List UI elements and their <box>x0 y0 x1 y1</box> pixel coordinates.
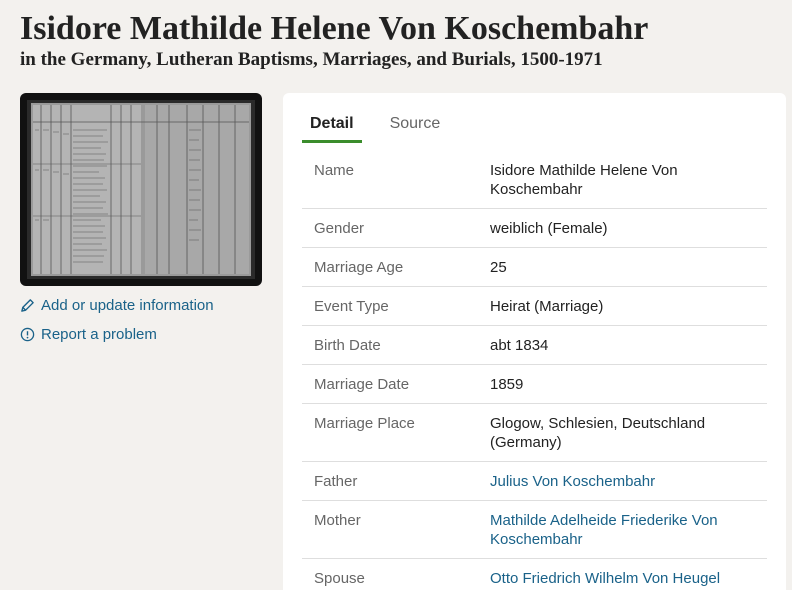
add-update-info-label: Add or update information <box>41 297 214 314</box>
spouse-link[interactable]: Otto Friedrich Wilhelm Von Heugel <box>490 569 755 588</box>
page-title: Isidore Mathilde Helene Von Koschembahr <box>20 10 649 47</box>
detail-label: Marriage Date <box>314 376 410 393</box>
record-image <box>27 100 255 279</box>
detail-label: Birth Date <box>314 337 381 354</box>
detail-row-marriage-place: Marriage Place Glogow, Schlesien, Deutsc… <box>302 404 767 462</box>
detail-label: Marriage Age <box>314 259 404 276</box>
tab-detail[interactable]: Detail <box>302 113 362 143</box>
father-link[interactable]: Julius Von Koschembahr <box>490 472 755 491</box>
detail-label: Spouse <box>314 570 365 587</box>
detail-label: Gender <box>314 220 365 237</box>
mother-link[interactable]: Mathilde Adelheide Friederike Von Kosche… <box>490 511 755 549</box>
detail-row-name: Name Isidore Mathilde Helene Von Koschem… <box>302 151 767 209</box>
detail-row-father: Father Julius Von Koschembahr <box>302 462 767 501</box>
detail-value: Heirat (Marriage) <box>490 298 604 315</box>
detail-label: Marriage Place <box>314 415 415 432</box>
detail-value: Isidore Mathilde Helene Von Koschembahr <box>490 162 678 198</box>
details-table: Name Isidore Mathilde Helene Von Koschem… <box>302 151 767 590</box>
page-subtitle: in the Germany, Lutheran Baptisms, Marri… <box>20 49 603 70</box>
detail-row-spouse: Spouse Otto Friedrich Wilhelm Von Heugel <box>302 559 767 590</box>
record-details-card: Detail Source Name Isidore Mathilde Hele… <box>283 93 786 590</box>
record-tabs: Detail Source <box>302 113 448 143</box>
detail-row-event-type: Event Type Heirat (Marriage) <box>302 287 767 326</box>
detail-value: 1859 <box>490 376 524 393</box>
tab-source[interactable]: Source <box>382 113 449 143</box>
detail-label: Mother <box>314 512 361 529</box>
record-image-thumbnail[interactable] <box>20 93 262 286</box>
detail-value: abt 1834 <box>490 337 549 354</box>
alert-circle-icon <box>20 327 35 342</box>
detail-value: weiblich (Female) <box>490 220 608 237</box>
detail-row-gender: Gender weiblich (Female) <box>302 209 767 248</box>
detail-label: Event Type <box>314 298 389 315</box>
detail-row-marriage-date: Marriage Date 1859 <box>302 365 767 404</box>
report-problem-label: Report a problem <box>41 326 157 343</box>
detail-label: Father <box>314 473 358 490</box>
add-update-info-link[interactable]: Add or update information <box>20 297 214 314</box>
detail-row-mother: Mother Mathilde Adelheide Friederike Von… <box>302 501 767 559</box>
detail-row-birth-date: Birth Date abt 1834 <box>302 326 767 365</box>
detail-row-marriage-age: Marriage Age 25 <box>302 248 767 287</box>
pencil-icon <box>21 299 34 312</box>
report-problem-link[interactable]: Report a problem <box>20 326 157 343</box>
detail-value: 25 <box>490 259 507 276</box>
detail-label: Name <box>314 162 355 179</box>
detail-value: Glogow, Schlesien, Deutschland (Germany) <box>490 415 706 451</box>
